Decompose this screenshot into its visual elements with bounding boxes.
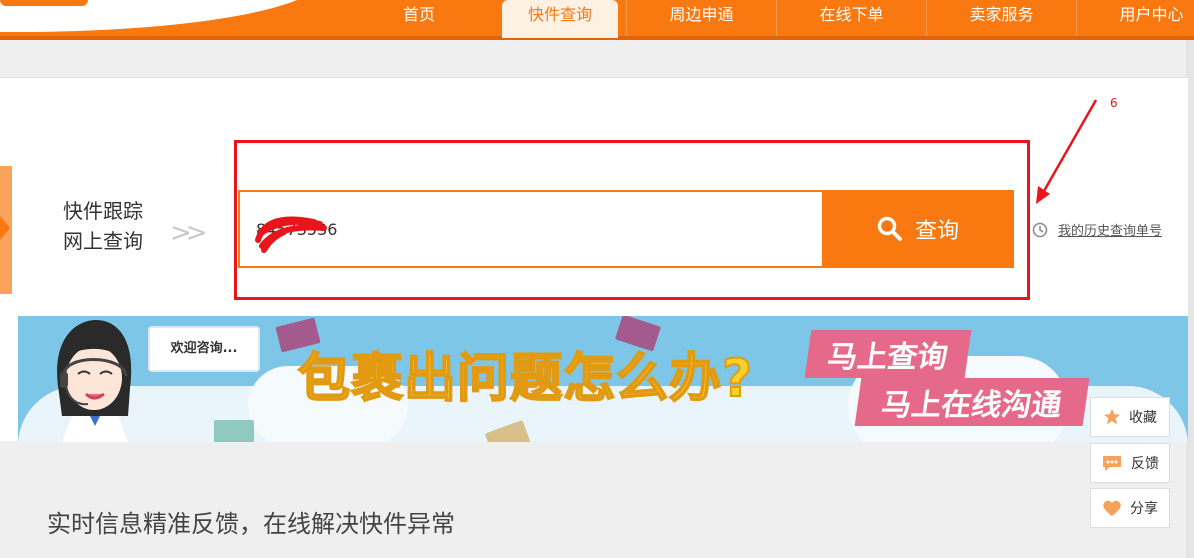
feedback-label: 反馈 bbox=[1131, 456, 1159, 472]
search-button[interactable]: 查询 bbox=[822, 190, 1014, 268]
nav-item-seller-service[interactable]: 卖家服务 bbox=[926, 0, 1076, 36]
side-arrow-decoration bbox=[0, 166, 12, 294]
annotation-number: 6 bbox=[1110, 96, 1118, 110]
search-button-label: 查询 bbox=[914, 219, 959, 244]
feedback-button[interactable]: 反馈 bbox=[1090, 443, 1170, 483]
nav-item-home[interactable]: 首页 bbox=[344, 0, 494, 36]
tracking-panel: 快件跟踪 网上查询 >> 查询 我的历史查询单号 6 bbox=[0, 77, 1188, 442]
collect-button[interactable]: 收藏 bbox=[1090, 397, 1170, 437]
banner-tag-query: 马上查询 bbox=[804, 330, 972, 378]
chat-bubble-icon bbox=[1103, 456, 1121, 471]
customer-service-avatar bbox=[57, 320, 132, 442]
tracking-label-line2: 网上查询 bbox=[63, 229, 143, 253]
chevron-right-icon: >> bbox=[170, 218, 207, 248]
heart-icon bbox=[1103, 500, 1121, 516]
book-decoration bbox=[214, 420, 254, 442]
nav-item-user-center[interactable]: 用户中心 bbox=[1076, 0, 1194, 36]
banner-tag-chat: 马上在线沟通 bbox=[854, 378, 1090, 426]
share-label: 分享 bbox=[1130, 501, 1158, 517]
redaction-scribble bbox=[255, 216, 327, 253]
annotation-arrow bbox=[1036, 99, 1098, 204]
star-icon bbox=[1103, 408, 1121, 425]
tagline: 实时信息精准反馈，在线解决快件异常 bbox=[47, 510, 455, 538]
history-link-label: 我的历史查询单号 bbox=[1058, 224, 1163, 239]
nav-item-nearby[interactable]: 周边申通 bbox=[626, 0, 776, 36]
top-nav-bar: 首页 快件查询 周边申通 在线下单 卖家服务 用户中心 bbox=[0, 0, 1194, 40]
nav-item-tracking[interactable]: 快件查询 bbox=[502, 0, 618, 38]
nav-item-order-online[interactable]: 在线下单 bbox=[776, 0, 926, 36]
banner-headline: 包裹出问题怎么办? bbox=[297, 348, 754, 410]
main-nav: 首页 快件查询 周边申通 在线下单 卖家服务 用户中心 bbox=[344, 0, 1194, 38]
tracking-search-box: 查询 bbox=[238, 190, 1014, 268]
tracking-label-line1: 快件跟踪 bbox=[63, 199, 143, 223]
search-icon bbox=[877, 216, 902, 241]
welcome-bubble: 欢迎咨询... bbox=[148, 326, 260, 372]
tracking-label: 快件跟踪 网上查询 bbox=[63, 196, 143, 256]
clock-icon bbox=[1032, 222, 1048, 237]
history-link[interactable]: 我的历史查询单号 bbox=[1032, 220, 1162, 239]
logo-tab[interactable] bbox=[0, 0, 88, 6]
promo-banner[interactable]: 欢迎咨询... 包裹出问题怎么办? 马上查询 马上在线沟通 bbox=[18, 316, 1188, 442]
collect-label: 收藏 bbox=[1129, 410, 1157, 426]
share-button[interactable]: 分享 bbox=[1090, 488, 1170, 528]
